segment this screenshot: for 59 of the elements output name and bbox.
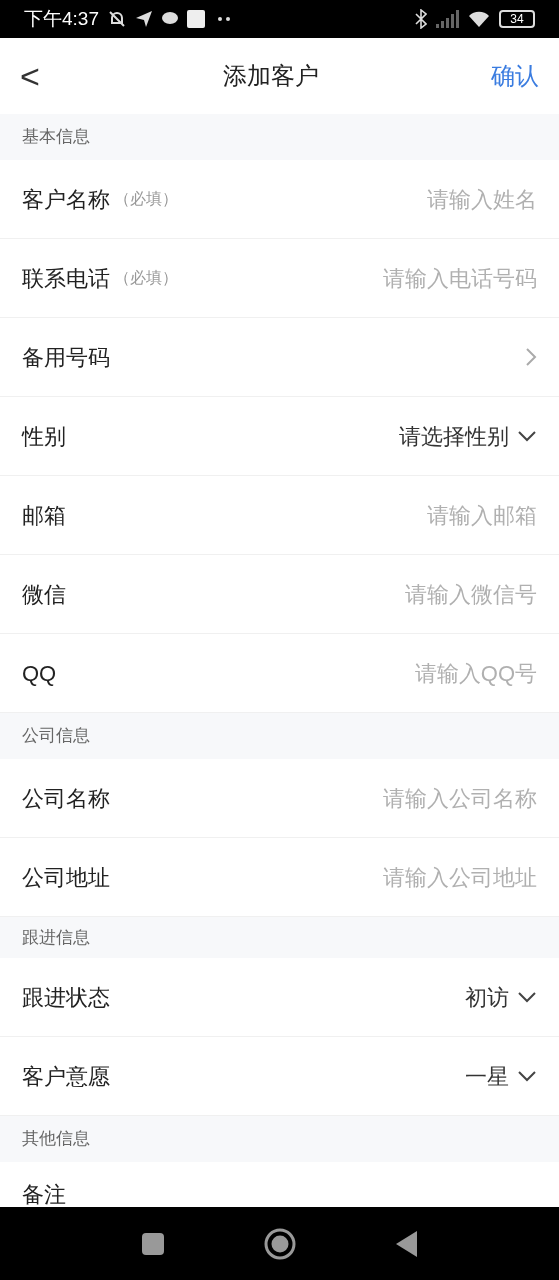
back-nav-button[interactable] [395, 1230, 418, 1257]
field-label: 客户名称 [22, 185, 110, 214]
field-label: 联系电话 [22, 264, 110, 293]
field-label: 公司地址 [22, 863, 110, 892]
chevron-down-icon [517, 1070, 537, 1082]
text-input-field[interactable]: 请输入公司名称 [110, 781, 537, 815]
signal-icon [435, 10, 459, 28]
chevron-down-icon [517, 430, 537, 442]
select-value[interactable]: 一星 [465, 1059, 509, 1093]
form-row[interactable]: 邮箱 请输入邮箱 [0, 476, 559, 555]
text-input-field[interactable]: 请输入微信号 [66, 577, 537, 611]
back-button[interactable]: < [20, 50, 50, 102]
field-label: 客户意愿 [22, 1062, 110, 1091]
section-header: 其他信息 [22, 1128, 90, 1151]
field-label: 微信 [22, 580, 66, 609]
chevron-down-icon [517, 991, 537, 1003]
section-header: 公司信息 [22, 725, 90, 748]
muted-bell-icon [107, 9, 127, 29]
required-note: （必填） [114, 268, 178, 288]
form-row[interactable]: 备用号码 [0, 318, 559, 397]
more-dots-icon [217, 16, 231, 22]
page-title: 添加客户 [221, 61, 320, 91]
bluetooth-icon [415, 9, 427, 29]
field-label: 备用号码 [22, 343, 110, 372]
form-row[interactable]: 性别 请选择性别 [0, 397, 559, 476]
field-label: QQ [22, 659, 57, 688]
field-label: 备注 [22, 1181, 66, 1207]
form-row[interactable]: 微信 请输入微信号 [0, 555, 559, 634]
home-button[interactable] [263, 1227, 296, 1260]
text-input-field[interactable]: 请输入姓名 [178, 182, 537, 216]
field-label: 性别 [22, 422, 66, 451]
field-label: 邮箱 [22, 501, 66, 530]
text-input-field[interactable]: 请输入邮箱 [66, 498, 537, 532]
form-row[interactable]: 联系电话 （必填） 请输入电话号码 [0, 239, 559, 318]
form-row[interactable]: 客户名称 （必填） 请输入姓名 [0, 160, 559, 239]
form-row[interactable]: 客户意愿 一星 [0, 1037, 559, 1116]
field-label: 公司名称 [22, 784, 110, 813]
form-row[interactable]: 公司地址 请输入公司地址 [0, 838, 559, 917]
form-row[interactable]: 跟进状态 初访 [0, 958, 559, 1037]
text-input-field[interactable]: 请输入电话号码 [178, 261, 537, 295]
field-label: 跟进状态 [22, 983, 110, 1012]
chevron-right-icon [525, 347, 537, 367]
select-value[interactable]: 初访 [465, 980, 509, 1014]
confirm-button[interactable]: 确认 [491, 58, 539, 94]
wifi-icon [467, 10, 491, 28]
battery-icon: 34 [499, 10, 535, 28]
form-row[interactable]: 备注 [0, 1162, 559, 1207]
form-row[interactable]: 公司名称 请输入公司名称 [0, 759, 559, 838]
text-input-field[interactable]: 请输入QQ号 [56, 656, 537, 690]
status-time: 下午4:37 [24, 6, 99, 31]
text-input-field[interactable]: 请输入公司地址 [110, 860, 537, 894]
form-row[interactable]: QQ 请输入QQ号 [0, 634, 559, 713]
section-header: 跟进信息 [22, 926, 90, 949]
notification-icon [187, 10, 205, 28]
recents-button[interactable] [141, 1232, 164, 1255]
select-value[interactable]: 请选择性别 [399, 419, 509, 453]
section-header: 基本信息 [22, 126, 90, 149]
send-icon [135, 10, 153, 28]
required-note: （必填） [114, 189, 178, 209]
